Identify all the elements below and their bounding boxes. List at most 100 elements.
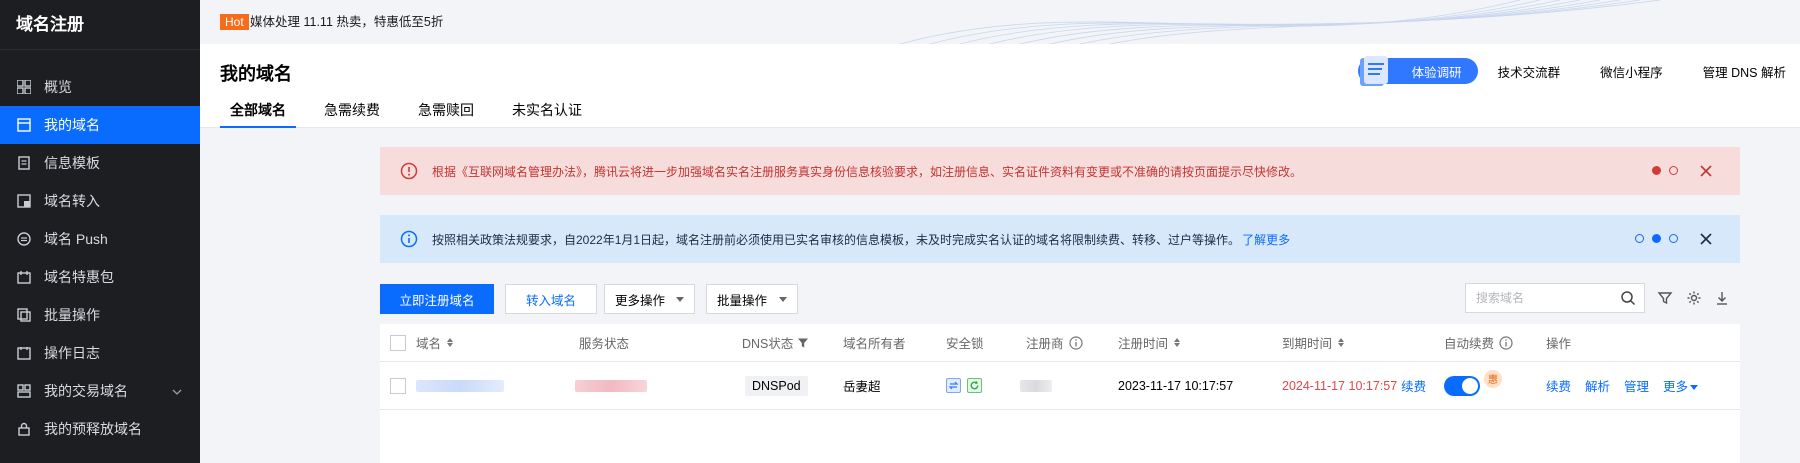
carousel-dot[interactable] — [1652, 166, 1661, 175]
learn-more-link[interactable]: 了解更多 — [1242, 231, 1290, 248]
search-input[interactable] — [1466, 284, 1616, 312]
sidebar-item-label: 批量操作 — [44, 307, 100, 323]
service-status-redacted — [575, 362, 647, 409]
domain-table: 域名 服务状态 DNS状态 域名所有者 安全锁 注册商 注册时间 到期时间 自动… — [380, 324, 1740, 463]
close-icon[interactable] — [1698, 163, 1714, 179]
discount-badge: 惠 — [1484, 369, 1502, 388]
col-registrar: 注册商 — [1026, 324, 1083, 361]
sidebar-item-label: 我的域名 — [44, 117, 100, 133]
select-all-cell — [390, 324, 406, 361]
sidebar-item-label: 我的交易域名 — [44, 383, 128, 399]
search-icon[interactable] — [1620, 290, 1636, 306]
col-owner: 域名所有者 — [843, 337, 906, 351]
more-ops-select[interactable]: 更多操作 — [604, 284, 695, 314]
help-icon[interactable] — [1499, 335, 1513, 350]
sidebar-menu: 概览 我的域名 信息模板 域名转入 域名 Push 域名特惠包 批量操作 操作日… — [0, 68, 200, 448]
promo-banner[interactable]: Hot 媒体处理 11.11 热卖，特惠低至5折 — [200, 0, 1800, 44]
carousel-dot[interactable] — [1652, 234, 1661, 243]
sidebar-item-pre-release[interactable]: 我的预释放域名 — [0, 410, 200, 448]
survey-button[interactable]: 体验调研 — [1357, 56, 1478, 86]
sidebar: 域名注册 概览 我的域名 信息模板 域名转入 域名 Push 域名特惠包 批量操… — [0, 0, 200, 463]
transfer-lock-icon[interactable] — [946, 378, 961, 393]
page-header: 我的域名 全部域名 急需续费 急需赎回 未实名认证 体验调研 技术交流群 微信小… — [200, 44, 1800, 128]
domain-name-redacted[interactable] — [416, 362, 504, 409]
col-service-status: 服务状态 — [579, 337, 630, 351]
col-domain[interactable]: 域名 — [416, 324, 454, 361]
col-label: 域名 — [416, 337, 442, 351]
redacted-block — [1020, 379, 1052, 392]
sort-icon — [1338, 338, 1345, 347]
tab-urgent-redeem[interactable]: 急需赎回 — [408, 98, 484, 128]
sidebar-item-transfer-in[interactable]: 域名转入 — [0, 182, 200, 220]
sidebar-item-batch-ops[interactable]: 批量操作 — [0, 296, 200, 334]
select-all-checkbox[interactable] — [390, 334, 406, 351]
batch-ops-select[interactable]: 批量操作 — [706, 284, 798, 314]
tab-urgent-renewal[interactable]: 急需续费 — [314, 98, 390, 128]
col-label: DNS状态 — [742, 337, 794, 351]
document-icon — [16, 155, 32, 171]
auto-renew-toggle[interactable] — [1444, 375, 1480, 396]
dns-status-cell: DNSPod — [745, 362, 808, 409]
registrar-redacted — [1020, 362, 1052, 409]
sidebar-item-domain-push[interactable]: 域名 Push — [0, 220, 200, 258]
sidebar-brand: 域名注册 — [0, 0, 200, 50]
col-registered[interactable]: 注册时间 — [1118, 324, 1181, 361]
action-resolve[interactable]: 解析 — [1585, 376, 1610, 395]
action-manage[interactable]: 管理 — [1624, 376, 1649, 395]
table-header: 域名 服务状态 DNS状态 域名所有者 安全锁 注册商 注册时间 到期时间 自动… — [380, 324, 1740, 362]
owner-cell: 岳妻超 — [843, 380, 881, 394]
alert-info: 按照相关政策法规要求，自2022年1月1日起，域名注册前必须使用已实名审核的信息… — [380, 215, 1740, 263]
sidebar-item-op-log[interactable]: 操作日志 — [0, 334, 200, 372]
redacted-block — [416, 379, 504, 392]
close-icon[interactable] — [1698, 231, 1714, 247]
sort-icon — [447, 338, 454, 347]
sidebar-item-my-domains[interactable]: 我的域名 — [0, 106, 200, 144]
warning-icon — [400, 162, 418, 180]
row-actions: 续费 解析 管理 更多 — [1546, 362, 1712, 409]
col-expires[interactable]: 到期时间 — [1282, 324, 1345, 361]
carousel-dot[interactable] — [1669, 166, 1678, 175]
row-checkbox[interactable] — [390, 377, 406, 394]
auto-renew-cell: 惠 — [1444, 362, 1502, 409]
banner-decoration — [899, 0, 1661, 44]
sidebar-item-trade-domains[interactable]: 我的交易域名 — [0, 372, 200, 410]
carousel-dot[interactable] — [1669, 234, 1678, 243]
hot-badge: Hot — [220, 14, 249, 30]
sidebar-item-label: 域名 Push — [44, 231, 108, 247]
sidebar-item-label: 信息模板 — [44, 155, 100, 171]
col-security-lock: 安全锁 — [946, 337, 984, 351]
col-label: 到期时间 — [1282, 337, 1333, 351]
sidebar-item-info-template[interactable]: 信息模板 — [0, 144, 200, 182]
tab-all-domains[interactable]: 全部域名 — [220, 98, 296, 128]
renew-link[interactable]: 续费 — [1401, 376, 1426, 395]
filter-icon[interactable] — [1657, 290, 1673, 306]
copy-icon — [16, 307, 32, 323]
col-dns-status[interactable]: DNS状态 — [742, 324, 809, 361]
col-auto-renew: 自动续费 — [1444, 324, 1513, 361]
carousel-dot[interactable] — [1635, 234, 1644, 243]
lock-icon — [16, 421, 32, 437]
manage-dns-link[interactable]: 管理 DNS 解析 — [1703, 62, 1786, 81]
survey-icon — [1359, 56, 1388, 86]
help-icon[interactable] — [1068, 335, 1083, 350]
settings-icon[interactable] — [1686, 290, 1702, 306]
transfer-in-button[interactable]: 转入域名 — [505, 284, 597, 314]
chevron-down-icon — [172, 384, 182, 400]
update-lock-icon[interactable] — [967, 378, 982, 393]
table-row: DNSPod 岳妻超 2023-11-17 10:17:57 2024-11-1… — [380, 362, 1740, 410]
caret-down-icon — [779, 297, 787, 302]
dns-status-badge: DNSPod — [745, 375, 808, 396]
promo-text[interactable]: 媒体处理 11.11 热卖，特惠低至5折 — [250, 14, 443, 30]
log-icon — [16, 345, 32, 361]
sidebar-item-discount-pack[interactable]: 域名特惠包 — [0, 258, 200, 296]
wechat-miniprogram-link[interactable]: 微信小程序 — [1600, 62, 1663, 81]
register-domain-button[interactable]: 立即注册域名 — [380, 284, 494, 314]
sidebar-item-overview[interactable]: 概览 — [0, 68, 200, 106]
tech-group-link[interactable]: 技术交流群 — [1498, 62, 1561, 81]
action-more[interactable]: 更多 — [1663, 376, 1699, 395]
action-renew[interactable]: 续费 — [1546, 376, 1571, 395]
tab-unverified[interactable]: 未实名认证 — [502, 98, 592, 128]
sort-icon — [1174, 338, 1181, 347]
col-actions: 操作 — [1546, 337, 1572, 351]
download-icon[interactable] — [1714, 290, 1730, 306]
